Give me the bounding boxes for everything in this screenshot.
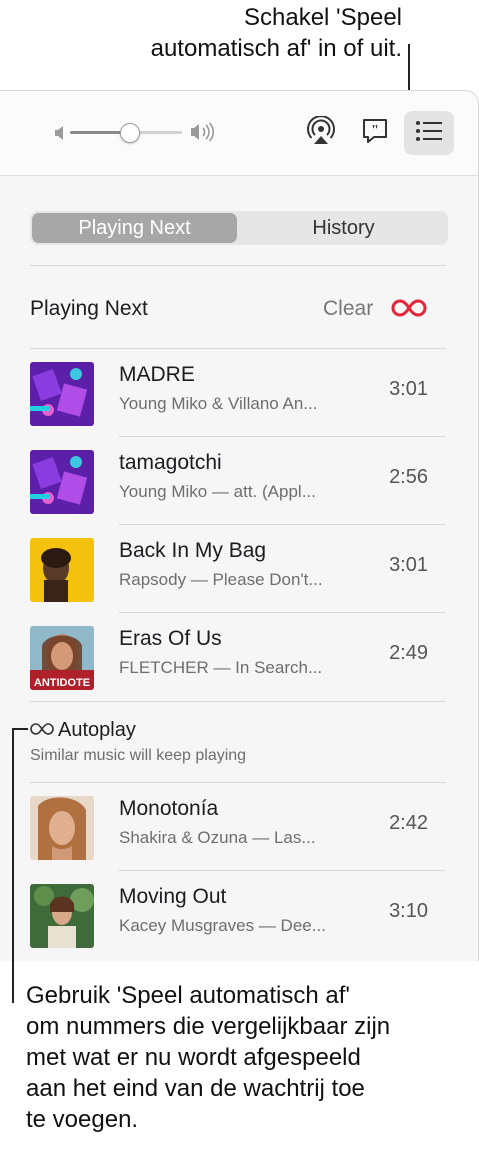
track-subtitle: Kacey Musgraves — Dee... <box>119 916 326 935</box>
infinity-icon <box>30 719 54 742</box>
volume-low-icon <box>54 125 68 146</box>
tab-playing-next[interactable]: Playing Next <box>32 213 237 243</box>
album-art <box>30 538 94 602</box>
callout-line: Gebruik 'Speel automatisch af' <box>26 982 350 1009</box>
track-title: Eras Of Us <box>119 627 222 650</box>
autoplay-row[interactable]: Moving Out Kacey Musgraves — Dee... 3:10 <box>0 871 478 959</box>
track-subtitle: Shakira & Ozuna — Las... <box>119 828 316 847</box>
infinity-icon <box>391 299 427 324</box>
volume-slider-knob[interactable] <box>120 123 140 143</box>
track-title: Moving Out <box>119 885 227 908</box>
toolbar: " <box>0 91 478 176</box>
album-art <box>30 796 94 860</box>
callout-autoplay-description: Gebruik 'Speel automatisch af' om nummer… <box>26 980 476 1135</box>
autoplay-title: Autoplay <box>58 719 136 741</box>
airplay-icon <box>306 114 336 151</box>
queue-row[interactable]: Back In My Bag Rapsody — Please Don't...… <box>0 525 478 613</box>
section-title: Playing Next <box>30 297 148 320</box>
lyrics-icon: " <box>360 116 390 151</box>
playing-next-queue-button[interactable] <box>404 111 454 155</box>
callout-line: met wat er nu wordt afgespeeld <box>26 1044 361 1071</box>
autoplay-toggle-button[interactable] <box>391 296 427 320</box>
track-title: MADRE <box>119 363 195 386</box>
track-title: tamagotchi <box>119 451 222 474</box>
album-art <box>30 362 94 426</box>
callout-line: automatisch af' in of uit. <box>150 35 402 62</box>
callout-leader-tick <box>12 728 28 730</box>
callout-line: aan het eind van de wachtrij toe <box>26 1075 365 1102</box>
queue-row[interactable]: tamagotchi Young Miko — att. (Appl... 2:… <box>0 437 478 525</box>
callout-autoplay-toggle: Schakel 'Speel automatisch af' in of uit… <box>151 2 402 64</box>
queue-row[interactable]: MADRE Young Miko & Villano An... 3:01 <box>0 349 478 437</box>
track-duration: 3:01 <box>389 554 428 576</box>
divider <box>30 265 446 266</box>
autoplay-subtitle: Similar music will keep playing <box>30 747 247 764</box>
callout-line: om nummers die vergelijkbaar zijn <box>26 1013 391 1040</box>
volume-high-icon <box>190 122 215 147</box>
track-duration: 2:42 <box>389 812 428 834</box>
track-title: Back In My Bag <box>119 539 267 562</box>
callout-leader-line <box>12 728 14 1003</box>
music-queue-panel: " Playing Next History Playing Next Clea… <box>0 90 479 961</box>
track-title: Monotonía <box>119 797 219 820</box>
album-art <box>30 450 94 514</box>
track-subtitle: FLETCHER — In Search... <box>119 658 323 677</box>
track-duration: 2:56 <box>389 466 428 488</box>
lyrics-button[interactable]: " <box>357 113 393 153</box>
track-duration: 2:49 <box>389 642 428 664</box>
album-art: ANTIDOTE <box>30 626 94 690</box>
track-duration: 3:01 <box>389 378 428 400</box>
track-subtitle: Young Miko — att. (Appl... <box>119 482 316 501</box>
tab-history[interactable]: History <box>241 213 446 243</box>
track-subtitle: Young Miko & Villano An... <box>119 394 318 413</box>
callout-line: te voegen. <box>26 1106 139 1133</box>
album-art-text: ANTIDOTE <box>34 677 90 689</box>
clear-button[interactable]: Clear <box>323 297 373 321</box>
divider <box>30 701 446 702</box>
track-duration: 3:10 <box>389 900 428 922</box>
autoplay-row[interactable]: Monotonía Shakira & Ozuna — Las... 2:42 <box>0 783 478 871</box>
airplay-button[interactable] <box>303 113 339 153</box>
volume-slider-fill <box>70 131 125 134</box>
album-art <box>30 884 94 948</box>
queue-segmented-control: Playing Next History <box>30 211 448 245</box>
track-subtitle: Rapsody — Please Don't... <box>119 570 323 589</box>
svg-text:": " <box>371 123 379 138</box>
autoplay-heading: Autoplay <box>30 719 136 742</box>
queue-row[interactable]: ANTIDOTE Eras Of Us FLETCHER — In Search… <box>0 613 478 701</box>
callout-line: Schakel 'Speel <box>243 4 402 31</box>
queue-icon <box>415 120 443 147</box>
